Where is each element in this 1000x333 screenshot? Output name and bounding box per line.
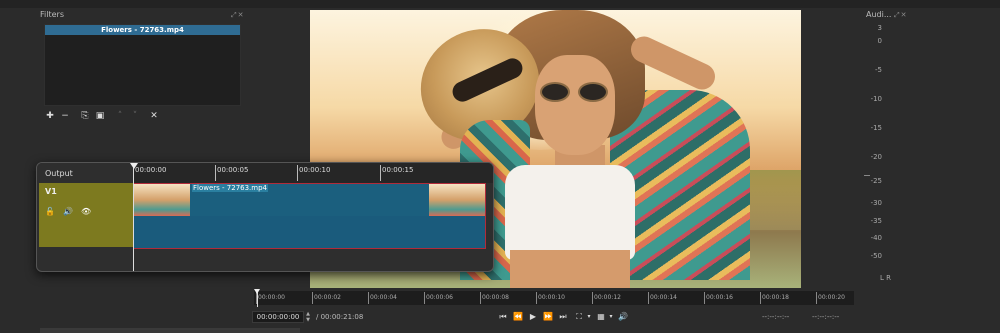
track-name: V1 [45, 187, 57, 196]
add-filter-button[interactable]: ✚ [44, 110, 56, 122]
midriff [510, 250, 630, 288]
timecode-input[interactable]: 00:00:00:00 [252, 311, 304, 323]
track-header-v1[interactable]: V1 🔓 🔊 👁 [39, 183, 133, 247]
audio-icon[interactable]: 🔊 [63, 207, 73, 216]
clip-thumbnail-start [134, 184, 190, 216]
face [535, 55, 615, 155]
clip-thumbnail-row: Flowers - 72763.mp4 [134, 184, 485, 216]
paste-filter-button[interactable]: ▣ [94, 110, 106, 122]
filters-list[interactable]: Flowers - 72763.mp4 [44, 24, 241, 106]
db-label: -25 [870, 177, 882, 185]
scrubber-tick: 00:00:04 [368, 292, 397, 304]
clip-label: Flowers - 72763.mp4 [192, 184, 268, 192]
scrubber-tick: 00:00:08 [480, 292, 509, 304]
grid-dropdown-icon[interactable]: ▾ [605, 311, 617, 323]
fast-forward-icon[interactable]: ⏩ [542, 311, 554, 323]
filters-panel-title: Filters [40, 10, 64, 19]
audio-panel-controls[interactable]: ⤢✕ [894, 11, 907, 20]
db-label: -5 [875, 66, 882, 74]
scrubber-bar[interactable]: 00:00:00 00:00:02 00:00:04 00:00:06 00:0… [254, 291, 854, 305]
db-label: -20 [870, 153, 882, 161]
output-label: Output [37, 163, 133, 183]
copy-filter-button[interactable]: ⎘ [79, 110, 91, 122]
db-label: -35 [870, 217, 882, 225]
timeline-tick: 00:00:00 [133, 165, 166, 181]
clip-thumbnail-end [429, 184, 485, 216]
zoom-dropdown-icon[interactable]: ▾ [583, 311, 595, 323]
scrubber-tick: 00:00:20 [816, 292, 845, 304]
scrubber-playhead-handle[interactable] [254, 289, 260, 294]
remove-filter-button[interactable]: − [59, 110, 71, 122]
clip-body [134, 216, 485, 248]
timeline-tick: 00:00:05 [215, 165, 248, 181]
out-point-timecode: --:--:--:-- [812, 313, 840, 321]
move-up-button[interactable]: ˄ [114, 110, 126, 122]
db-label: 0 [877, 37, 882, 45]
timeline-tick: 00:00:15 [380, 165, 413, 181]
db-label: 3 [877, 24, 882, 32]
filters-panel-controls[interactable]: ⤢✕ [231, 11, 244, 20]
video-clip[interactable]: Flowers - 72763.mp4 [133, 183, 486, 249]
duration-label: / 00:00:21:08 [316, 313, 364, 321]
audio-meter-title: Audi... [866, 10, 892, 19]
scrubber-tick: 00:00:14 [648, 292, 677, 304]
scrubber-tick: 00:00:02 [312, 292, 341, 304]
play-icon[interactable]: ▶ [527, 311, 539, 323]
db-label: -10 [870, 95, 882, 103]
rewind-icon[interactable]: ⏪ [512, 311, 524, 323]
db-label: -40 [870, 234, 882, 242]
timeline-tick: 00:00:10 [297, 165, 330, 181]
timecode-spinner[interactable]: ▲ ▼ [304, 311, 312, 323]
white-top [505, 165, 635, 260]
filters-list-item[interactable]: Flowers - 72763.mp4 [45, 25, 240, 35]
audio-channels-label: L R [880, 274, 891, 282]
move-down-button[interactable]: ˅ [129, 110, 141, 122]
timeline-playhead[interactable] [133, 163, 134, 271]
scrubber-tick: 00:00:10 [536, 292, 565, 304]
deselect-filter-button[interactable]: ✕ [148, 110, 160, 122]
lock-icon[interactable]: 🔓 [45, 207, 55, 216]
timeline-playhead-handle[interactable] [130, 163, 138, 169]
timeline-ruler[interactable]: 00:00:00 00:00:05 00:00:10 00:00:15 [133, 163, 493, 183]
top-toolbar-strip [0, 0, 1000, 8]
db-label: -15 [870, 124, 882, 132]
timeline-panel[interactable]: Output 00:00:00 00:00:05 00:00:10 00:00:… [36, 162, 494, 272]
bottom-tab-strip [40, 328, 300, 333]
scrubber-tick: 00:00:16 [704, 292, 733, 304]
scrubber-tick: 00:00:18 [760, 292, 789, 304]
skip-to-end-icon[interactable]: ⏭ [557, 311, 569, 323]
sunglasses [540, 82, 610, 102]
in-point-timecode: --:--:--:-- [762, 313, 790, 321]
scrubber-tick: 00:00:00 [256, 292, 285, 304]
volume-icon[interactable]: 🔊 [617, 311, 629, 323]
scrubber-tick: 00:00:06 [424, 292, 453, 304]
scrubber-tick: 00:00:12 [592, 292, 621, 304]
meter-tick [864, 175, 870, 176]
db-label: -30 [870, 199, 882, 207]
db-label: -50 [870, 252, 882, 260]
skip-to-start-icon[interactable]: ⏮ [497, 311, 509, 323]
eye-icon[interactable]: 👁 [81, 207, 91, 216]
